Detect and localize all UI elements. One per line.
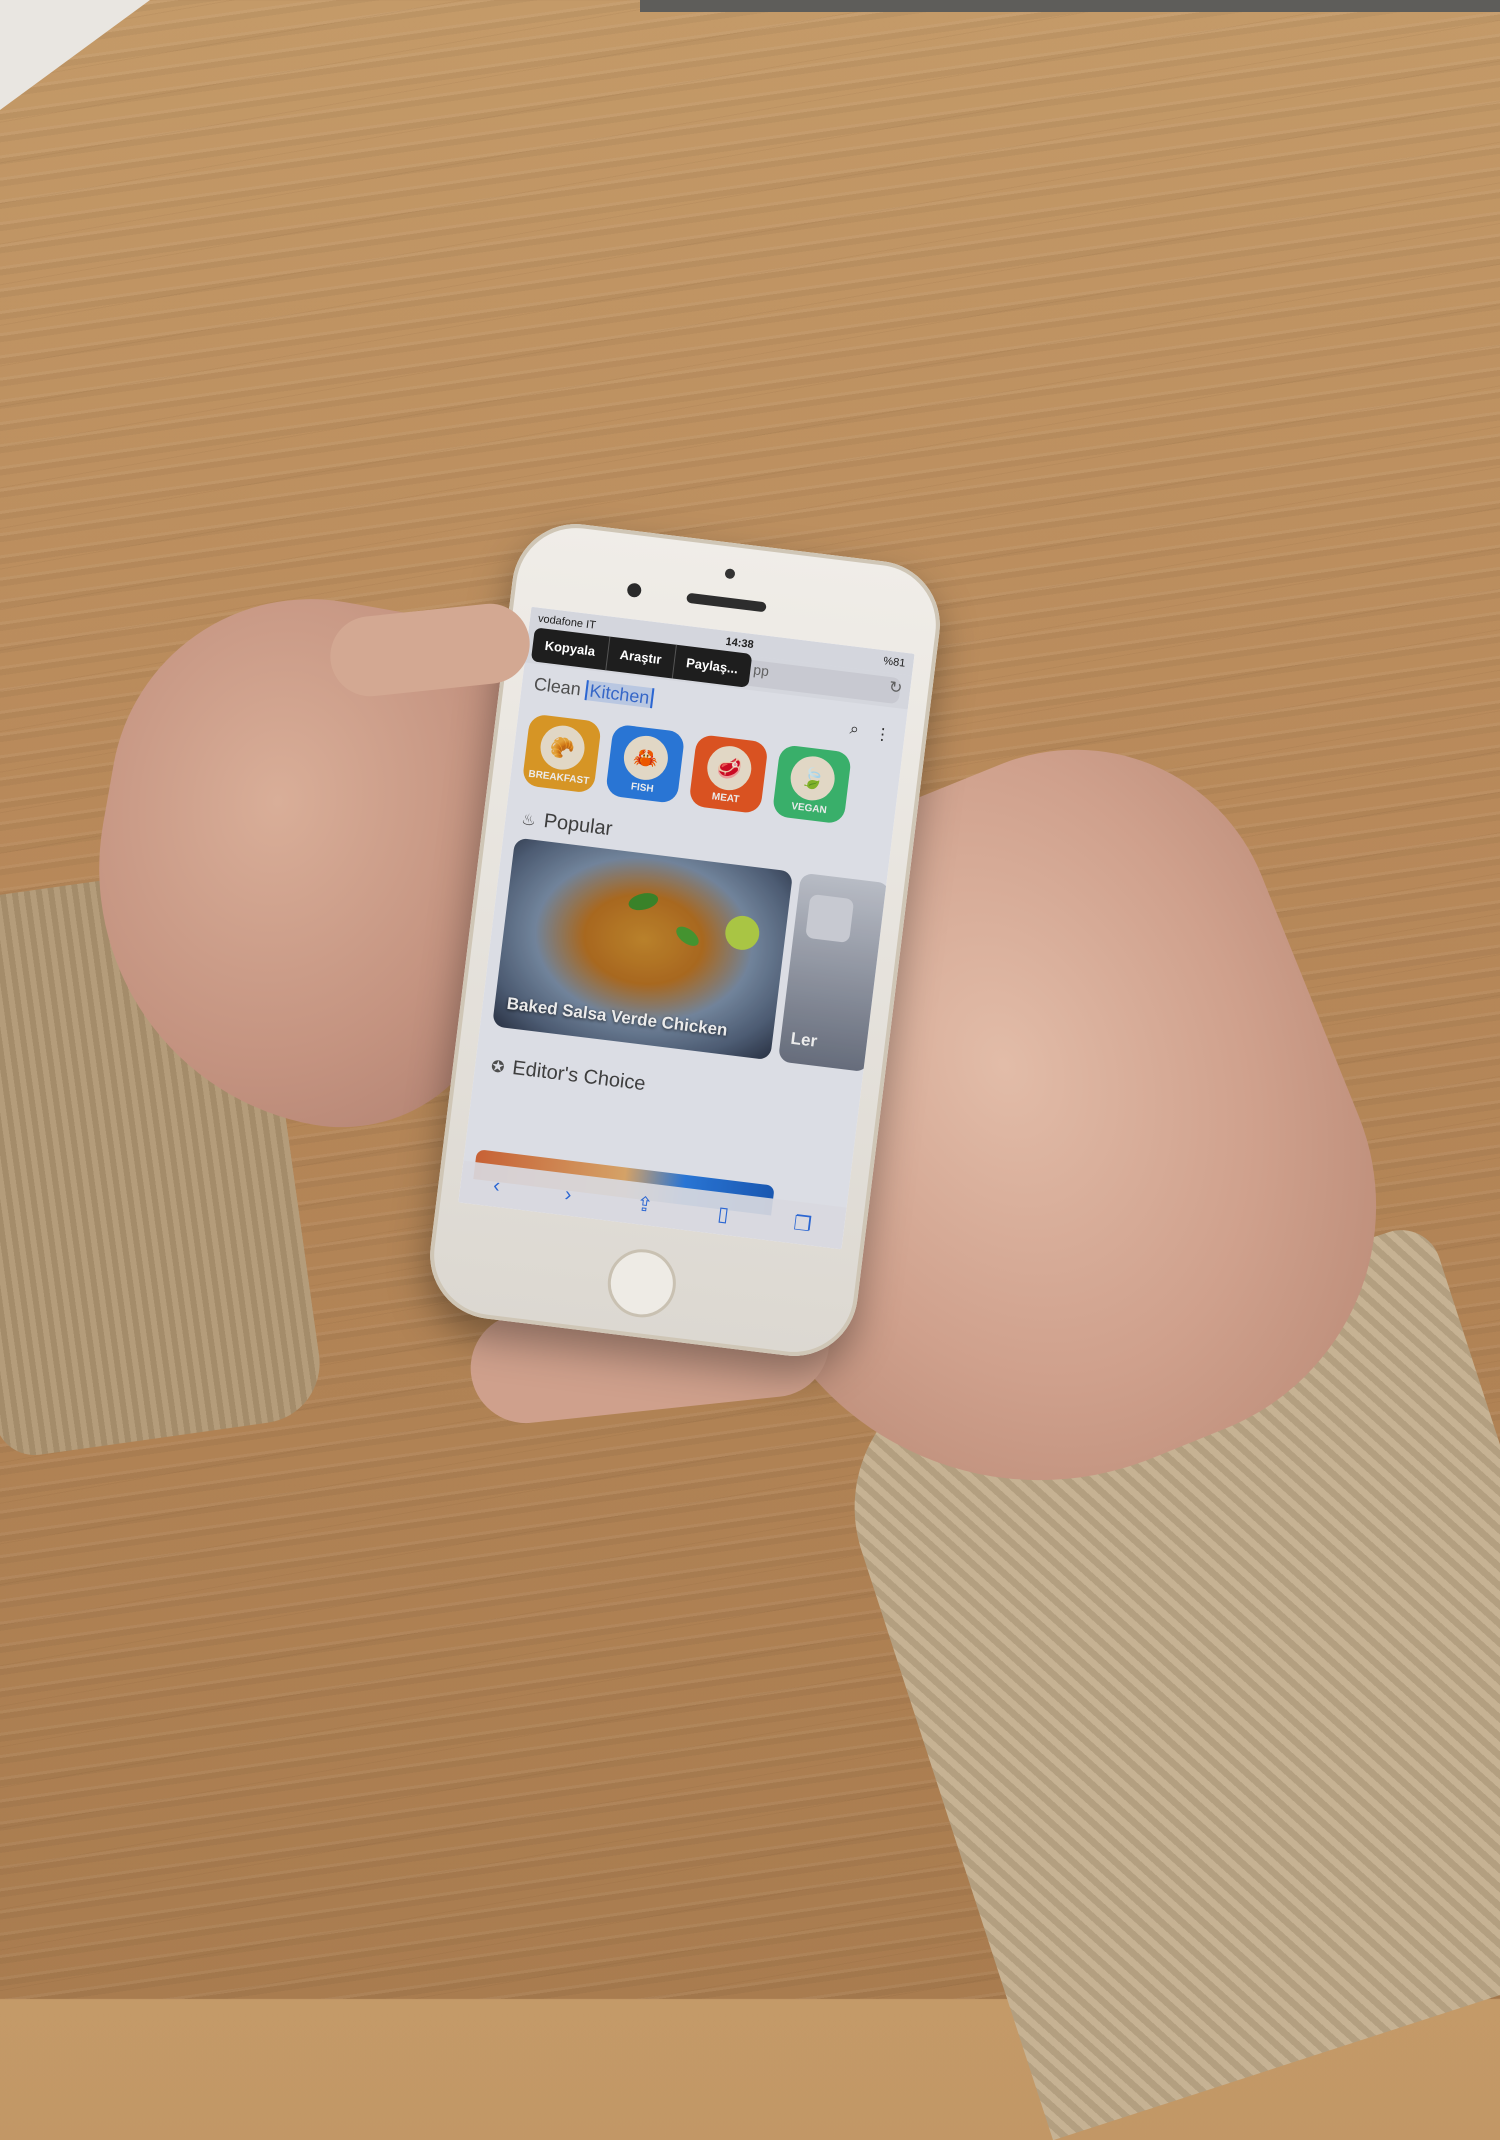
editors-choice-title: Editor's Choice [511, 1057, 647, 1096]
earpiece [686, 592, 767, 613]
laptop-edge [640, 0, 1500, 12]
recipe-card[interactable]: Ler [777, 872, 891, 1073]
card-thumbnail [805, 893, 855, 943]
selected-text[interactable]: Kitchen [584, 679, 655, 708]
phone-screen: vodafone IT 14:38 %81 pp ↻ Kopyala Araşt… [458, 606, 915, 1250]
food-garnish [672, 922, 703, 950]
category-meat[interactable]: 🥩 MEAT [688, 733, 769, 815]
proximity-sensor [724, 568, 736, 580]
brand-prefix: Clean [532, 673, 583, 699]
reload-icon[interactable]: ↻ [888, 677, 904, 698]
recipe-card[interactable]: Baked Salsa Verde Chicken [492, 837, 794, 1061]
popular-title: Popular [542, 809, 614, 841]
search-icon[interactable]: ⌕ [849, 721, 860, 742]
clock: 14:38 [724, 635, 755, 652]
category-label: BREAKFAST [527, 768, 590, 788]
forward-icon[interactable]: › [563, 1183, 573, 1207]
home-button[interactable] [603, 1245, 680, 1322]
leaf-icon: 🍃 [788, 753, 838, 803]
category-label: VEGAN [790, 800, 828, 817]
category-breakfast[interactable]: 🥐 BREAKFAST [521, 713, 602, 794]
battery-label: %81 [882, 655, 907, 670]
crab-icon: 🦀 [621, 733, 671, 783]
award-icon: ✪ [490, 1057, 506, 1077]
croissant-icon: 🥐 [538, 723, 588, 773]
bookmarks-icon[interactable]: ▯ [716, 1201, 730, 1227]
front-camera [626, 582, 643, 599]
recipe-title: Ler [789, 1028, 819, 1051]
share-icon[interactable]: ⇪ [635, 1191, 655, 1218]
url-text: pp [752, 661, 770, 680]
recipe-title: Baked Salsa Verde Chicken [505, 993, 729, 1040]
category-label: MEAT [711, 791, 740, 806]
lime-slice [723, 913, 762, 952]
header-actions: ⌕ ⋮ [849, 721, 892, 746]
more-options-icon[interactable]: ⋮ [873, 724, 891, 746]
flame-icon: ♨ [520, 810, 537, 830]
category-vegan[interactable]: 🍃 VEGAN [771, 744, 853, 825]
back-icon[interactable]: ‹ [492, 1174, 501, 1198]
app-brand: Clean Kitchen [533, 673, 655, 708]
meat-icon: 🥩 [704, 743, 754, 793]
tabs-icon[interactable]: ❐ [792, 1210, 813, 1237]
category-fish[interactable]: 🦀 FISH [605, 723, 686, 804]
category-label: FISH [630, 781, 655, 795]
food-garnish [626, 890, 660, 913]
